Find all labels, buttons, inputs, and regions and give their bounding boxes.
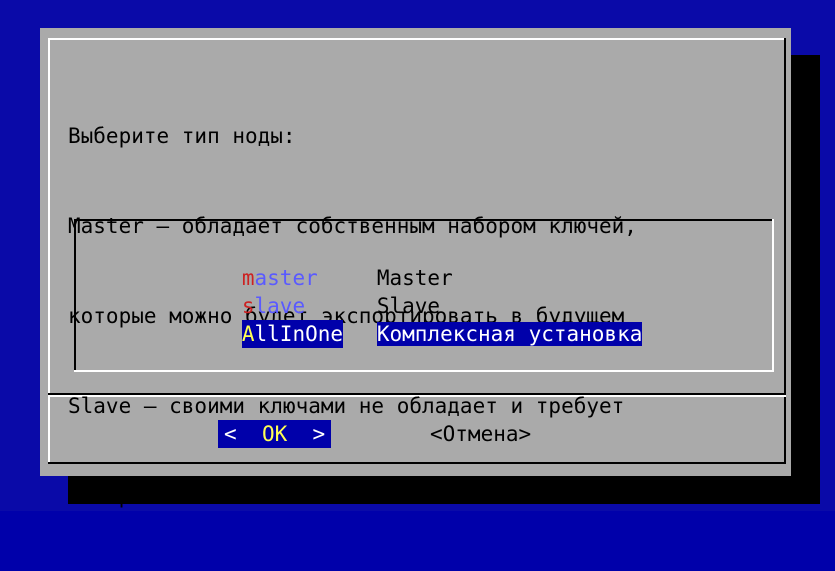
prompt-line: Slave – своими ключами не обладает и тре… — [68, 394, 625, 418]
dialog-border-right — [784, 38, 786, 464]
menu-item-hotkey: A — [241, 322, 255, 346]
listbox-border-right — [772, 219, 774, 372]
dialog-border-top — [48, 38, 786, 40]
menu-item-master[interactable]: master Master — [166, 236, 453, 290]
ok-button-label: OK — [261, 422, 288, 446]
dialog-border-left — [48, 38, 50, 464]
ok-button[interactable]: < OK > — [218, 420, 332, 448]
ok-button-left-bracket: < — [224, 422, 237, 446]
menu-item-tag-rest: llInOne — [254, 322, 344, 346]
menu-item-allinone[interactable]: AllInOne Комплексная установка — [166, 292, 643, 348]
prompt-line: Выберите тип ноды: — [68, 124, 296, 148]
listbox-border-top — [74, 219, 774, 221]
menu-item-description: Комплексная установка — [376, 322, 643, 346]
menu-item-slave[interactable]: slave Slave — [166, 264, 440, 318]
menu-item-tag: AllInOne — [241, 320, 344, 348]
ok-button-right-bracket: > — [312, 422, 326, 446]
listbox-border-left — [74, 219, 76, 372]
cancel-button[interactable]: <Отмена> — [430, 420, 531, 448]
menu-listbox: master Master slave Slave AllInOne Комплекс… — [74, 219, 774, 372]
prompt-line: импорта — [68, 484, 157, 508]
node-type-dialog: Выберите тип ноды: Master – обладает соб… — [40, 28, 791, 508]
